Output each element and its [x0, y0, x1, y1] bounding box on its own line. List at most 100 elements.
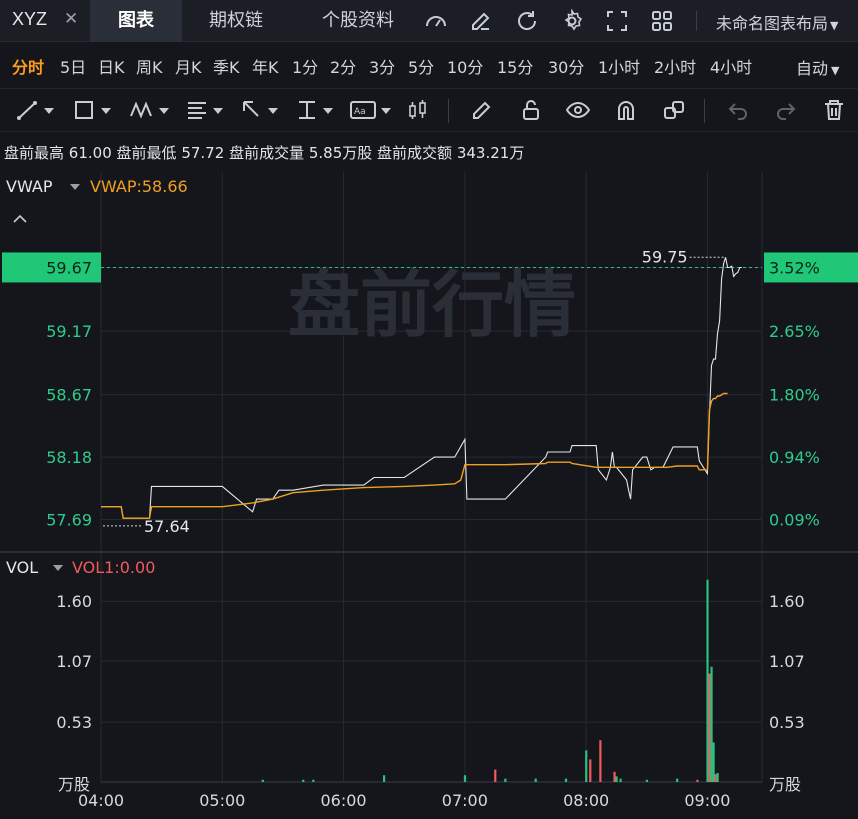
volume-bar	[715, 774, 717, 782]
adjust-mode-select[interactable]: 自动▼	[796, 55, 839, 79]
chevron-down-icon: ▼	[831, 64, 839, 77]
y-tick-label: 57.69	[46, 510, 92, 529]
period-5d[interactable]: 5日	[60, 54, 86, 78]
ticker-symbol[interactable]: XYZ	[12, 9, 47, 30]
unlock-icon[interactable]	[519, 98, 543, 122]
divider	[448, 99, 449, 123]
period-30m[interactable]: 30分	[548, 54, 584, 78]
premarket-high: 61.00	[69, 144, 112, 162]
volume-tick-label: 1.07	[56, 652, 92, 671]
period-month[interactable]: 月K	[175, 54, 202, 78]
settings-icon[interactable]	[560, 9, 584, 33]
volume-tick-label: 1.60	[56, 592, 92, 611]
volume-bar	[708, 674, 710, 782]
volume-bar	[615, 776, 617, 782]
volume-unit-label-right: 万股	[769, 775, 801, 794]
candle-tool-icon[interactable]	[406, 98, 432, 122]
premarket-amount: 343.21万	[457, 144, 525, 162]
volume-bar	[565, 779, 567, 782]
rectangle-tool-icon[interactable]	[73, 98, 115, 122]
premarket-volume: 5.85万股	[309, 144, 372, 162]
refresh-icon[interactable]	[515, 9, 539, 33]
volume-bar	[589, 759, 591, 782]
volume-bar	[494, 770, 496, 782]
period-1h[interactable]: 1小时	[598, 54, 640, 78]
volume-tick-label-right: 0.53	[769, 713, 805, 732]
x-tick-label: 07:00	[442, 791, 488, 810]
period-15m[interactable]: 15分	[497, 54, 533, 78]
volume-bar	[676, 779, 678, 782]
min-marker-label: 57.64	[144, 517, 190, 536]
gauge-icon[interactable]	[424, 9, 448, 33]
close-icon[interactable]: ✕	[64, 9, 78, 29]
volume-bar	[706, 580, 708, 782]
collapse-icon[interactable]	[14, 216, 26, 222]
tab-stock-profile[interactable]: 个股资料	[300, 0, 416, 42]
tab-chart[interactable]: 图表	[90, 0, 182, 42]
fib-tool-icon[interactable]	[185, 98, 227, 122]
volume-tick-label: 0.53	[56, 713, 92, 732]
period-3m[interactable]: 3分	[369, 54, 395, 78]
indicator-name[interactable]: VWAP	[6, 177, 53, 196]
chevron-down-icon[interactable]	[53, 565, 63, 571]
volume-bar	[504, 779, 506, 782]
clone-icon[interactable]	[662, 98, 686, 122]
volume-indicator-name[interactable]: VOL	[6, 558, 38, 577]
eye-icon[interactable]	[566, 98, 590, 122]
period-week[interactable]: 周K	[136, 54, 163, 78]
premarket-info: 盘前最高 61.00 盘前最低 57.72 盘前成交量 5.85万股 盘前成交额…	[4, 142, 524, 163]
chart-watermark: 盘前行情	[288, 263, 576, 347]
period-year[interactable]: 年K	[252, 54, 279, 78]
percent-axis: 3.52%2.65%1.80%0.94%0.09%	[764, 252, 858, 529]
volume-bar	[646, 780, 648, 782]
volume-bars	[262, 580, 719, 782]
redo-icon[interactable]	[774, 98, 798, 122]
y-tick-label: 58.67	[46, 386, 92, 405]
undo-icon[interactable]	[726, 98, 750, 122]
chevron-down-icon[interactable]	[70, 184, 80, 190]
x-tick-label: 09:00	[684, 791, 730, 810]
volume-bar	[464, 775, 466, 782]
text-tool-icon[interactable]: Aa	[350, 98, 394, 122]
trash-icon[interactable]	[822, 98, 846, 122]
edit-icon[interactable]	[469, 9, 493, 33]
volume-bar	[717, 773, 719, 782]
period-2h[interactable]: 2小时	[654, 54, 696, 78]
period-quarter[interactable]: 季K	[213, 54, 240, 78]
time-axis: 04:00 05:00 06:00 07:00 08:00 09:00	[78, 791, 731, 810]
grid-layout-icon[interactable]	[650, 9, 674, 33]
x-tick-label: 08:00	[563, 791, 609, 810]
volume-bar	[585, 750, 587, 782]
pencil-icon[interactable]	[470, 98, 494, 122]
x-tick-label: 05:00	[199, 791, 245, 810]
magnet-icon[interactable]	[614, 98, 638, 122]
vwap-value-label: VWAP:58.66	[90, 177, 188, 196]
period-day[interactable]: 日K	[98, 54, 125, 78]
svg-text:Aa: Aa	[354, 107, 366, 117]
x-tick-label: 06:00	[321, 791, 367, 810]
period-intraday[interactable]: 分时	[12, 54, 44, 78]
period-1m[interactable]: 1分	[292, 54, 318, 78]
fullscreen-icon[interactable]	[605, 9, 629, 33]
divider	[696, 11, 697, 31]
volume-axis: 1.601.601.071.070.530.53万股万股	[56, 592, 804, 794]
intraday-chart[interactable]: 盘前行情 VWAP VWAP:58.66 59.6759.1758.6758.1…	[0, 168, 858, 819]
premarket-low-label: 盘前最低	[117, 144, 177, 162]
arrow-tool-icon[interactable]	[240, 98, 282, 122]
period-10m[interactable]: 10分	[447, 54, 483, 78]
period-2m[interactable]: 2分	[330, 54, 356, 78]
volume-bar	[535, 779, 537, 782]
y-tick-label: 59.17	[46, 322, 92, 341]
wave-tool-icon[interactable]	[129, 98, 173, 122]
line-tool-icon[interactable]	[16, 98, 58, 122]
volume-tick-label-right: 1.07	[769, 652, 805, 671]
premarket-low: 57.72	[181, 144, 224, 162]
layout-selector[interactable]: 未命名图表布局▼	[716, 10, 838, 34]
period-4h[interactable]: 4小时	[710, 54, 752, 78]
price-range-tool-icon[interactable]	[295, 98, 337, 122]
vwap-line	[101, 394, 728, 519]
chevron-down-icon: ▼	[830, 19, 838, 32]
x-tick-label: 04:00	[78, 791, 124, 810]
tab-options-chain[interactable]: 期权链	[190, 0, 282, 42]
period-5m[interactable]: 5分	[408, 54, 434, 78]
